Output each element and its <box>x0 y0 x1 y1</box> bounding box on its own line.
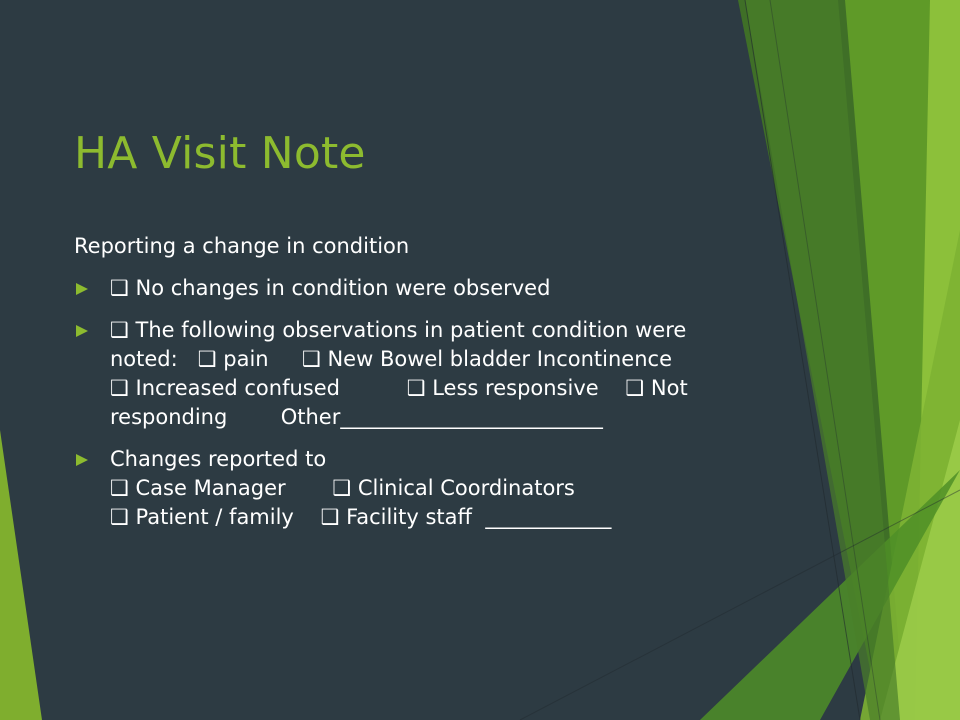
bullet-item-changes-reported: Changes reported to ❑ Case Manager ❑ Cli… <box>74 445 724 532</box>
triangle-arrow-icon <box>76 283 88 295</box>
bullet-line: ❑ No changes in condition were observed <box>110 276 551 300</box>
intro-text: Reporting a change in condition <box>74 234 410 258</box>
bullet-line: Changes reported to <box>110 447 327 471</box>
bullet-line: noted: ❑ pain ❑ New Bowel bladder Incont… <box>110 347 673 371</box>
slide: HA Visit Note Reporting a change in cond… <box>0 0 960 720</box>
bullet-line: ❑ The following observations in patient … <box>110 318 687 342</box>
bullet-item-observations: ❑ The following observations in patient … <box>74 316 724 432</box>
slide-title: HA Visit Note <box>74 128 366 179</box>
slide-content: Reporting a change in condition ❑ No cha… <box>74 232 724 545</box>
bullet-item-no-changes: ❑ No changes in condition were observed <box>74 274 724 303</box>
bullet-line: ❑ Patient / family ❑ Facility staff ____… <box>110 505 612 529</box>
triangle-arrow-icon <box>76 325 88 337</box>
bullet-line: ❑ Case Manager ❑ Clinical Coordinators <box>110 476 575 500</box>
bullet-line: responding Other________________________… <box>110 405 603 429</box>
triangle-arrow-icon <box>76 454 88 466</box>
bullet-line: ❑ Increased confused ❑ Less responsive ❑… <box>110 376 688 400</box>
